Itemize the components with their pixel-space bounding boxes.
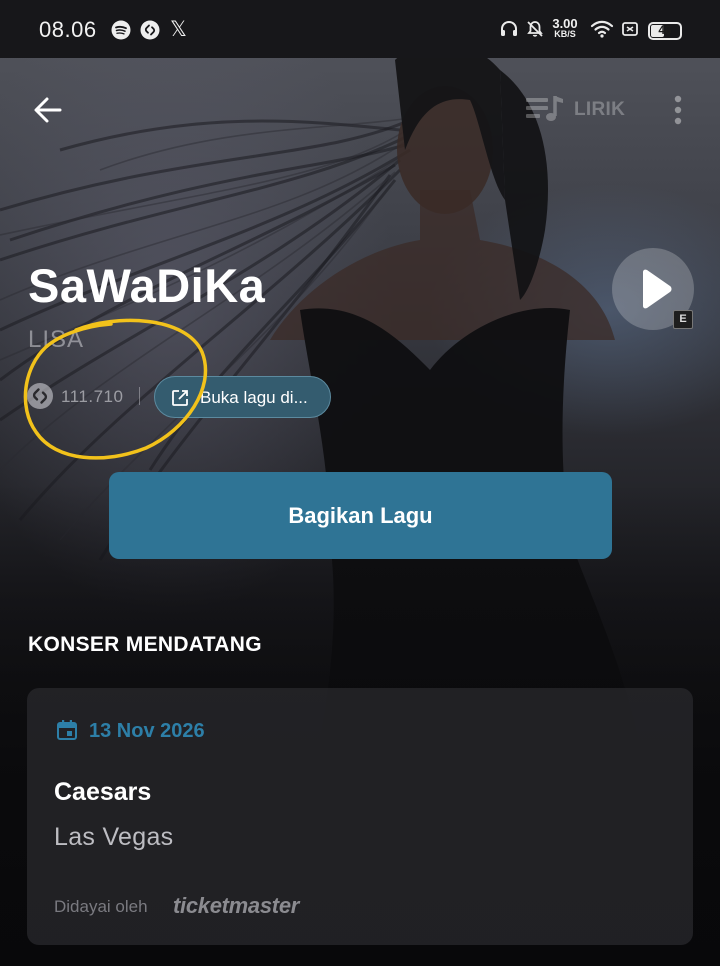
back-button[interactable] <box>28 90 68 130</box>
calendar-icon <box>57 720 77 740</box>
mute-icon <box>527 21 543 37</box>
external-link-icon <box>172 390 188 406</box>
shazam-count: 111.710 <box>61 387 124 406</box>
battery-icon: 46 <box>648 22 682 40</box>
song-title: SaWaDiKa <box>28 259 266 312</box>
network-speed-value: 3.00 <box>552 16 578 31</box>
sim-icon <box>622 22 638 36</box>
concert-city: Las Vegas <box>54 823 174 851</box>
shazam-icon <box>27 383 53 409</box>
share-song-label: Bagikan Lagu <box>288 502 433 528</box>
concert-venue: Caesars <box>54 778 152 806</box>
open-song-in-button[interactable]: Buka lagu di... <box>154 376 331 418</box>
spotify-icon <box>111 20 131 40</box>
upcoming-concerts-heading: KONSER MENDATANG <box>28 633 262 656</box>
explicit-badge: E <box>673 310 693 329</box>
artist-name[interactable]: LISA <box>28 326 84 354</box>
lyrics-button[interactable]: LIRIK <box>522 92 625 128</box>
headphones-icon <box>501 20 517 36</box>
concert-date: 13 Nov 2026 <box>89 720 205 742</box>
x-icon: 𝕏 <box>170 17 187 41</box>
concert-card[interactable]: 13 Nov 2026 Caesars Las Vegas Didayai ol… <box>27 688 693 945</box>
shazam-icon <box>140 20 160 40</box>
share-song-button[interactable]: Bagikan Lagu <box>109 472 612 559</box>
more-options-icon[interactable] <box>666 94 690 126</box>
network-speed: 3.00 KB/S <box>549 16 581 40</box>
meta-divider <box>139 387 140 405</box>
lyrics-icon <box>526 96 563 121</box>
open-song-label: Buka lagu di... <box>200 388 308 407</box>
status-bar: 08.06 𝕏 3.00 KB/S 46 <box>0 0 720 58</box>
lyrics-label: LIRIK <box>574 99 626 120</box>
powered-by-label: Didayai oleh <box>54 897 148 916</box>
battery-level: 46 <box>658 23 672 37</box>
wifi-icon <box>590 20 614 38</box>
status-time: 08.06 <box>39 17 97 42</box>
ticketmaster-logo: ticketmaster <box>173 893 300 918</box>
